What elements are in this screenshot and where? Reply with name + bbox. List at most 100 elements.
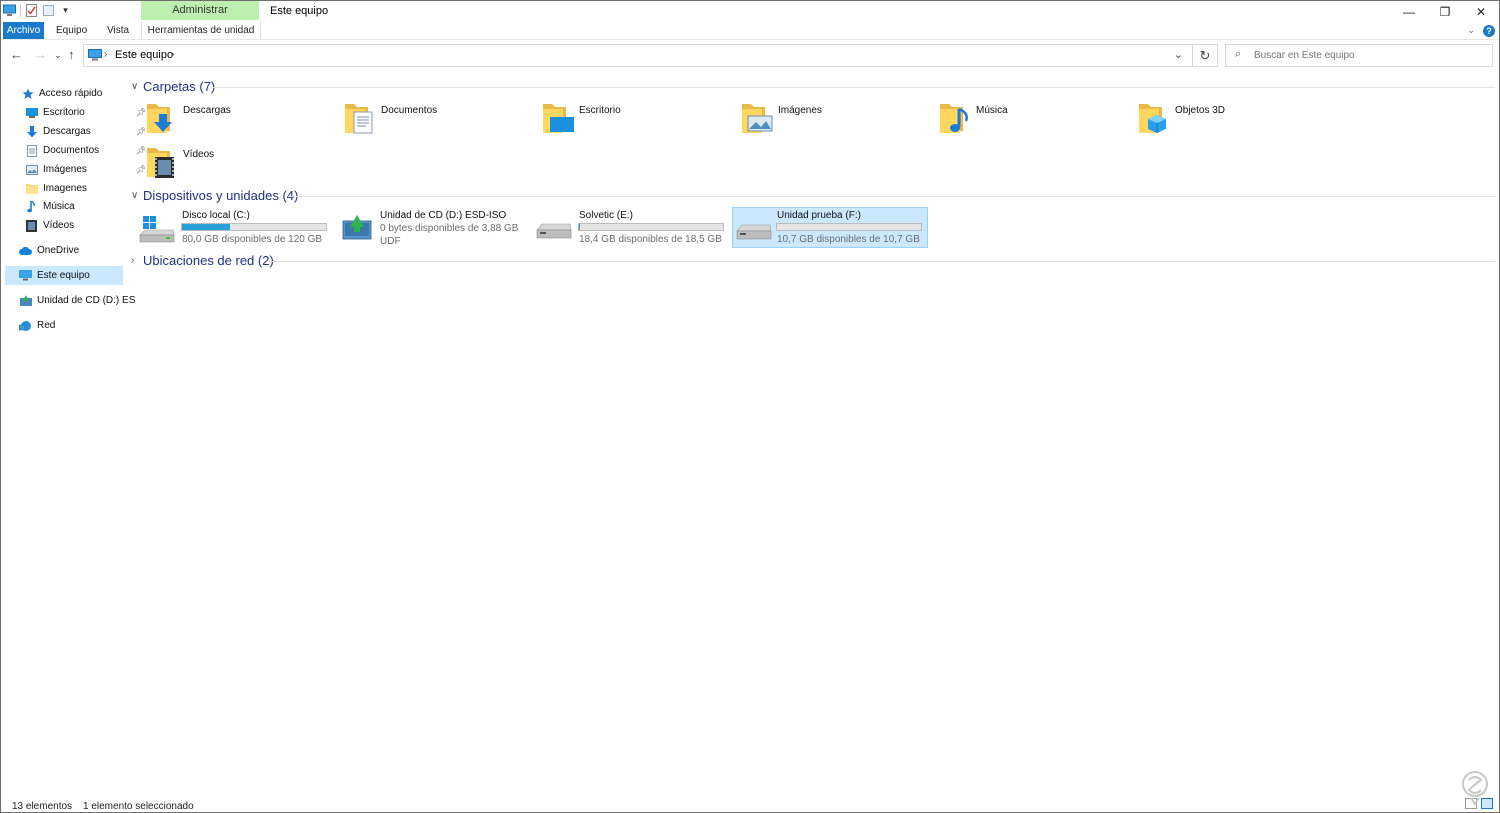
folder-musica[interactable]: Música bbox=[939, 101, 1129, 145]
tab-herramientas-de-unidad[interactable]: Herramientas de unidad bbox=[141, 22, 261, 39]
drive-usage-bar bbox=[578, 223, 724, 231]
folder-label: Escritorio bbox=[579, 105, 621, 116]
nav-documentos[interactable]: Documentos 📌︎ bbox=[25, 141, 146, 160]
folder-label: Objetos 3D bbox=[1175, 105, 1226, 116]
address-bar[interactable]: › Este equipo › ⌄ ↻ bbox=[83, 44, 1218, 67]
ribbon-tabs: Archivo Equipo Vista Herramientas de uni… bbox=[1, 22, 1499, 39]
nav-label: OneDrive bbox=[37, 245, 80, 256]
cloud-icon bbox=[19, 244, 32, 257]
folder-label: Vídeos bbox=[183, 149, 215, 160]
properties-icon[interactable] bbox=[25, 4, 38, 17]
nav-label: Red bbox=[37, 320, 56, 331]
folder-label: Música bbox=[976, 105, 1008, 116]
group-divider bbox=[267, 261, 1495, 262]
ribbon-right-controls: ⌄ ? bbox=[1467, 22, 1495, 39]
group-title: Dispositivos y unidades (4) bbox=[143, 188, 299, 203]
documents-folder-icon bbox=[345, 104, 373, 134]
hard-drive-icon bbox=[536, 223, 572, 239]
drive-e[interactable]: Solvetic (E:) 18,4 GB disponibles de 18,… bbox=[530, 208, 726, 248]
group-ubicaciones-de-red[interactable]: › Ubicaciones de red (2) bbox=[131, 253, 274, 268]
breadcrumb-chevron-icon[interactable]: › bbox=[171, 49, 174, 60]
watermark-logo-icon bbox=[1462, 771, 1488, 806]
explorer-window: ▾ Administrar Este equipo — ❐ ✕ Archivo … bbox=[0, 0, 1500, 813]
folder-escritorio[interactable]: Escritorio bbox=[542, 101, 732, 145]
pin-icon[interactable]: 📌︎ bbox=[136, 146, 146, 155]
nav-red[interactable]: Red bbox=[19, 316, 55, 335]
search-icon: ⌕ bbox=[1235, 48, 1242, 60]
drive-d[interactable]: Unidad de CD (D:) ESD-ISO 0 bytes dispon… bbox=[336, 208, 532, 252]
group-divider bbox=[288, 196, 1495, 197]
help-icon[interactable]: ? bbox=[1483, 24, 1495, 37]
expand-ribbon-icon[interactable]: ⌄ bbox=[1467, 25, 1475, 36]
nav-escritorio[interactable]: Escritorio 📌︎ bbox=[25, 103, 146, 122]
nav-acceso-rapido[interactable]: Acceso rápido bbox=[21, 84, 102, 103]
drive-free-space: 80,0 GB disponibles de 120 GB bbox=[182, 234, 323, 245]
folder-documentos[interactable]: Documentos bbox=[344, 101, 534, 145]
customize-dropdown-icon[interactable]: ▾ bbox=[59, 4, 72, 17]
tab-archivo[interactable]: Archivo bbox=[3, 22, 44, 39]
expand-chevron-icon[interactable]: › bbox=[131, 255, 139, 266]
drive-c[interactable]: Disco local (C:) 80,0 GB disponibles de … bbox=[133, 208, 329, 248]
collapse-chevron-icon[interactable]: ∨ bbox=[131, 190, 139, 201]
tab-equipo[interactable]: Equipo bbox=[56, 22, 87, 39]
group-dispositivos[interactable]: ∨ Dispositivos y unidades (4) bbox=[131, 188, 298, 203]
nav-videos[interactable]: Vídeos bbox=[25, 216, 74, 235]
drive-free-space: 18,4 GB disponibles de 18,5 GB bbox=[579, 234, 722, 245]
nav-label: Este equipo bbox=[37, 270, 90, 281]
nav-imagenes-folder[interactable]: Imagenes bbox=[25, 179, 87, 198]
network-icon bbox=[19, 319, 32, 332]
recent-locations-chevron-icon[interactable]: ⌄ bbox=[54, 50, 62, 61]
nav-label: Imágenes bbox=[43, 164, 87, 175]
nav-musica[interactable]: Música bbox=[25, 197, 75, 216]
new-folder-icon[interactable] bbox=[42, 4, 55, 17]
pin-icon[interactable]: 📌︎ bbox=[136, 108, 146, 117]
nav-label: Música bbox=[43, 201, 75, 212]
search-input[interactable] bbox=[1254, 47, 1484, 63]
group-carpetas[interactable]: ∨ Carpetas (7) bbox=[131, 79, 215, 94]
folder-objetos-3d[interactable]: Objetos 3D bbox=[1138, 101, 1328, 145]
back-arrow-icon[interactable]: ← bbox=[10, 47, 23, 62]
tab-vista[interactable]: Vista bbox=[107, 22, 129, 39]
address-dropdown-icon[interactable]: ⌄ bbox=[1174, 48, 1183, 61]
restore-button[interactable]: ❐ bbox=[1427, 1, 1463, 22]
pin-icon[interactable]: 📌︎ bbox=[136, 165, 146, 174]
desktop-folder-icon bbox=[543, 104, 574, 133]
nav-descargas[interactable]: Descargas 📌︎ bbox=[25, 122, 146, 141]
windows-drive-icon bbox=[139, 216, 175, 243]
drive-f[interactable]: Unidad prueba (F:) 10,7 GB disponibles d… bbox=[732, 207, 928, 248]
drive-free-space: 10,7 GB disponibles de 10,7 GB bbox=[777, 234, 920, 245]
nav-unidad-cd[interactable]: Unidad de CD (D:) ES bbox=[19, 291, 135, 310]
nav-este-equipo[interactable]: Este equipo bbox=[5, 266, 123, 285]
drive-name: Unidad de CD (D:) ESD-ISO bbox=[380, 210, 507, 221]
search-box[interactable]: ⌕ bbox=[1225, 44, 1493, 67]
folder-videos[interactable]: Vídeos bbox=[146, 145, 336, 189]
quick-access-toolbar: ▾ bbox=[3, 4, 72, 17]
nav-label: Acceso rápido bbox=[39, 88, 103, 99]
window-title: Este equipo bbox=[270, 5, 329, 17]
cd-drive-icon bbox=[19, 294, 32, 307]
manage-contextual-tab[interactable]: Administrar bbox=[141, 1, 259, 20]
refresh-icon[interactable]: ↻ bbox=[1192, 45, 1217, 66]
close-button[interactable]: ✕ bbox=[1463, 1, 1499, 22]
up-arrow-icon[interactable]: ↑ bbox=[68, 47, 75, 62]
nav-label: Vídeos bbox=[43, 220, 75, 231]
drive-name: Solvetic (E:) bbox=[579, 210, 633, 221]
minimize-button[interactable]: — bbox=[1391, 1, 1427, 22]
breadcrumb-chevron-icon[interactable]: › bbox=[104, 49, 107, 60]
pin-icon[interactable]: 📌︎ bbox=[136, 127, 146, 136]
nav-label: Documentos bbox=[43, 145, 100, 156]
breadcrumb-este-equipo[interactable]: Este equipo bbox=[115, 49, 173, 61]
drive-usage-bar bbox=[776, 223, 922, 231]
drive-usage-fill bbox=[182, 224, 230, 230]
nav-imagenes-pinned[interactable]: Imágenes 📌︎ bbox=[25, 160, 146, 179]
computer-icon[interactable] bbox=[3, 4, 16, 17]
nav-onedrive[interactable]: OneDrive bbox=[19, 241, 79, 260]
collapse-chevron-icon[interactable]: ∨ bbox=[131, 81, 139, 92]
group-title: Ubicaciones de red (2) bbox=[143, 253, 274, 268]
folder-imagenes[interactable]: Imágenes bbox=[741, 101, 931, 145]
downloads-folder-icon bbox=[147, 104, 172, 133]
folder-descargas[interactable]: Descargas bbox=[146, 101, 336, 145]
forward-arrow-icon[interactable]: → bbox=[34, 47, 47, 62]
download-arrow-icon bbox=[25, 125, 38, 138]
3d-objects-folder-icon bbox=[1139, 104, 1166, 133]
